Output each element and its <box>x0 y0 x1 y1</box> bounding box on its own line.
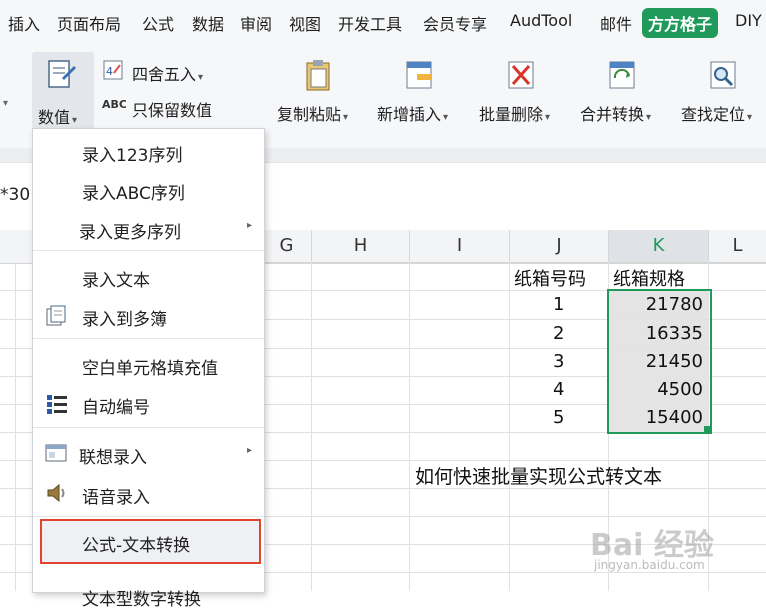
col-header-h[interactable]: H <box>312 230 410 263</box>
menu-item-seq-123[interactable]: 录入123序列 <box>33 133 264 169</box>
menu-item-auto-number[interactable]: 自动编号 <box>33 385 264 421</box>
tab-formulas[interactable]: 公式 <box>142 11 174 35</box>
menu-item-label: 文本型数字转换 <box>82 590 201 610</box>
batch-delete-label: 批量删除 <box>479 105 544 124</box>
menu-separator <box>33 338 264 339</box>
numbered-list-icon <box>47 395 67 414</box>
submenu-arrow-icon: ▸ <box>246 220 252 231</box>
magnifier-icon <box>710 61 736 89</box>
svg-text:4: 4 <box>106 65 113 78</box>
formula-text[interactable]: *30 <box>0 185 30 205</box>
watermark-url: jingyan.baidu.com <box>594 558 705 572</box>
header-box-spec[interactable]: 纸箱规格 <box>613 265 685 291</box>
cell-k[interactable]: 4500 <box>611 379 703 400</box>
keep-values-button[interactable]: 只保留数值 <box>132 97 212 121</box>
fill-handle[interactable] <box>704 426 710 432</box>
col-header-g[interactable]: G <box>262 230 312 263</box>
menu-item-label: 自动编号 <box>82 398 150 418</box>
menu-item-more-seq[interactable]: 录入更多序列 ▸ <box>33 210 264 246</box>
tab-developer[interactable]: 开发工具 <box>338 11 402 35</box>
menu-item-label: 公式-文本转换 <box>82 536 191 556</box>
round-icon: 4 <box>103 60 123 80</box>
menu-bar: 插入 页面布局 公式 数据 审阅 视图 开发工具 会员专享 AudTool 邮件… <box>0 0 766 44</box>
menu-item-label: 联想录入 <box>79 448 147 468</box>
tab-diy[interactable]: DIY <box>735 11 762 30</box>
insert-icon <box>406 61 432 89</box>
menu-separator <box>33 516 264 517</box>
header-box-number[interactable]: 纸箱号码 <box>514 265 586 291</box>
col-header-l[interactable]: L <box>709 230 766 263</box>
numbers-icon <box>48 60 76 88</box>
menu-item-label: 录入123序列 <box>82 146 183 166</box>
col-header-i[interactable]: I <box>410 230 510 263</box>
copy-paste-label: 复制粘贴 <box>277 105 342 124</box>
find-locate-label: 查找定位 <box>681 105 746 124</box>
tab-member[interactable]: 会员专享 <box>423 11 487 35</box>
tab-fangfanggezi[interactable]: 方方格子 <box>642 8 719 38</box>
cell-j[interactable]: 2 <box>553 323 564 344</box>
round-button[interactable]: 四舍五入 ▾ <box>132 61 203 85</box>
cell-j[interactable]: 5 <box>553 407 564 428</box>
menu-separator <box>33 427 264 428</box>
copy-paste-button[interactable]: 复制粘贴 ▾ <box>277 101 348 125</box>
insert-new-button[interactable]: 新增插入 ▾ <box>377 101 448 125</box>
col-header-j[interactable]: J <box>510 230 609 263</box>
copy-books-icon <box>46 305 66 326</box>
tab-data[interactable]: 数据 <box>192 11 224 35</box>
grid-line <box>509 262 510 591</box>
cell-k[interactable]: 15400 <box>611 407 703 428</box>
tab-mail[interactable]: 邮件 <box>600 11 632 35</box>
merge-icon <box>609 61 635 89</box>
caption-text[interactable]: 如何快速批量实现公式转文本 <box>415 462 662 489</box>
cell-j[interactable]: 1 <box>553 294 564 315</box>
menu-separator <box>33 250 264 251</box>
round-label: 四舍五入 <box>132 65 197 84</box>
tab-view[interactable]: 视图 <box>289 11 321 35</box>
insert-new-label: 新增插入 <box>377 105 442 124</box>
menu-item-label: 录入更多序列 <box>79 223 181 243</box>
tab-audtool[interactable]: AudTool <box>510 11 572 30</box>
cell-j[interactable]: 4 <box>553 379 564 400</box>
menu-item-text-number[interactable]: 文本型数字转换 <box>33 577 264 613</box>
menu-item-seq-abc[interactable]: 录入ABC序列 <box>33 171 264 207</box>
col-header-k[interactable]: K <box>609 230 709 263</box>
numbers-label: 数值 <box>38 108 71 127</box>
delete-icon <box>508 61 534 89</box>
watermark: Bai 经验 jingyan.baidu.com <box>590 520 740 580</box>
speaker-icon <box>47 483 65 503</box>
menu-item-label: 录入ABC序列 <box>82 184 185 204</box>
menu-item-multi-book[interactable]: 录入到多簿 <box>33 297 264 333</box>
menu-item-fill-blanks[interactable]: 空白单元格填充值 <box>33 346 264 382</box>
svg-text:ABC: ABC <box>102 98 126 111</box>
menu-item-assoc-entry[interactable]: 联想录入 ▸ <box>33 435 264 471</box>
merge-convert-label: 合并转换 <box>580 105 645 124</box>
menu-item-label: 录入到多簿 <box>82 310 167 330</box>
merge-convert-button[interactable]: 合并转换 ▾ <box>580 101 651 125</box>
cell-k[interactable]: 16335 <box>611 323 703 344</box>
menu-item-voice-entry[interactable]: 语音录入 <box>33 475 264 511</box>
cell-k[interactable]: 21450 <box>611 351 703 372</box>
menu-item-formula-text-convert[interactable]: 公式-文本转换 <box>40 519 261 564</box>
grid-line <box>311 262 312 591</box>
menu-item-label: 语音录入 <box>82 488 150 508</box>
cell-j[interactable]: 3 <box>553 351 564 372</box>
tab-page-layout[interactable]: 页面布局 <box>57 11 121 35</box>
batch-delete-button[interactable]: 批量删除 ▾ <box>479 101 550 125</box>
cell-k[interactable]: 21780 <box>611 294 703 315</box>
tab-insert[interactable]: 插入 <box>8 11 40 35</box>
tab-review[interactable]: 审阅 <box>240 11 272 35</box>
menu-item-label: 录入文本 <box>82 271 150 291</box>
numbers-button[interactable]: 数值 ▾ <box>32 52 94 130</box>
clipboard-icon <box>306 60 330 91</box>
ribbon-left-caret-icon[interactable]: ▾ <box>3 98 8 109</box>
grid-line <box>409 262 410 591</box>
submenu-arrow-icon: ▸ <box>246 445 252 456</box>
menu-item-enter-text[interactable]: 录入文本 <box>33 258 264 294</box>
grid-line <box>15 262 16 591</box>
find-locate-button[interactable]: 查找定位 ▾ <box>681 101 752 125</box>
abc-icon: ABC <box>102 98 126 111</box>
form-icon <box>45 444 67 462</box>
menu-item-label: 空白单元格填充值 <box>82 359 218 379</box>
